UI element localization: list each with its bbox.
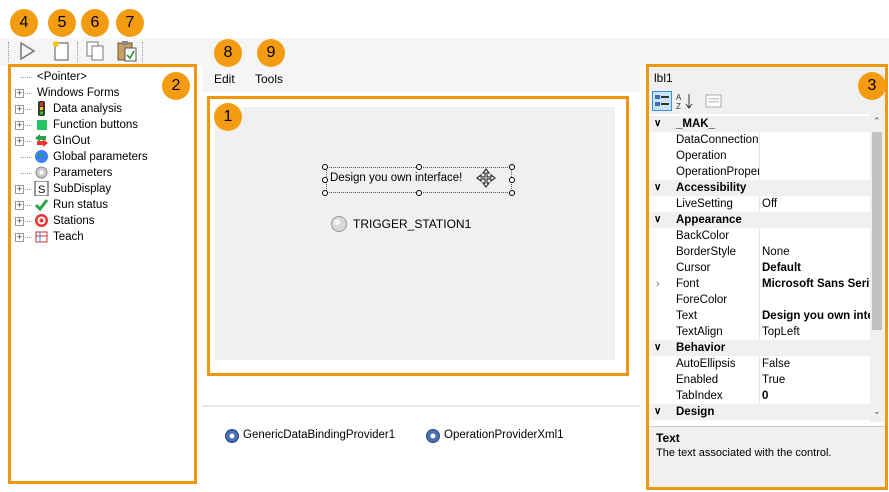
callout-5: 5 — [48, 9, 76, 37]
callout-1: 1 — [214, 103, 242, 131]
callout-6: 6 — [81, 9, 109, 37]
gear-icon — [225, 429, 239, 443]
callout-3: 3 — [858, 72, 886, 100]
tray-item-generic-provider[interactable]: GenericDataBindingProvider1 — [224, 428, 404, 446]
property-grid-highlight-box — [646, 64, 888, 490]
gear-icon — [426, 429, 440, 443]
paste-icon — [117, 41, 137, 62]
callout-8: 8 — [214, 39, 242, 67]
designer-menubar: Edit Tools — [202, 66, 640, 92]
designer-highlight-box — [207, 96, 629, 376]
tray-item-label: GenericDataBindingProvider1 — [243, 429, 396, 441]
tray-item-label: OperationProviderXml1 — [444, 429, 564, 441]
play-icon — [20, 41, 36, 61]
main-toolbar — [0, 38, 889, 66]
callout-4: 4 — [10, 9, 38, 37]
toolbar-grip — [8, 42, 9, 62]
copy-icon — [86, 41, 104, 61]
new-page-icon — [53, 41, 69, 61]
callout-7: 7 — [116, 9, 144, 37]
menu-edit[interactable]: Edit — [214, 72, 235, 86]
callout-9: 9 — [257, 39, 285, 67]
paste-button[interactable] — [116, 40, 138, 62]
toolbar-separator — [142, 42, 143, 62]
component-tray: GenericDataBindingProvider1 OperationPro… — [202, 405, 640, 485]
new-button[interactable] — [50, 40, 72, 62]
run-button[interactable] — [16, 40, 38, 62]
callout-2: 2 — [162, 72, 190, 100]
copy-button[interactable] — [84, 40, 106, 62]
toolbox-highlight-box — [8, 64, 197, 484]
toolbar-separator — [77, 42, 78, 62]
tray-item-operation-provider[interactable]: OperationProviderXml1 — [425, 428, 585, 446]
menu-tools[interactable]: Tools — [255, 72, 283, 86]
